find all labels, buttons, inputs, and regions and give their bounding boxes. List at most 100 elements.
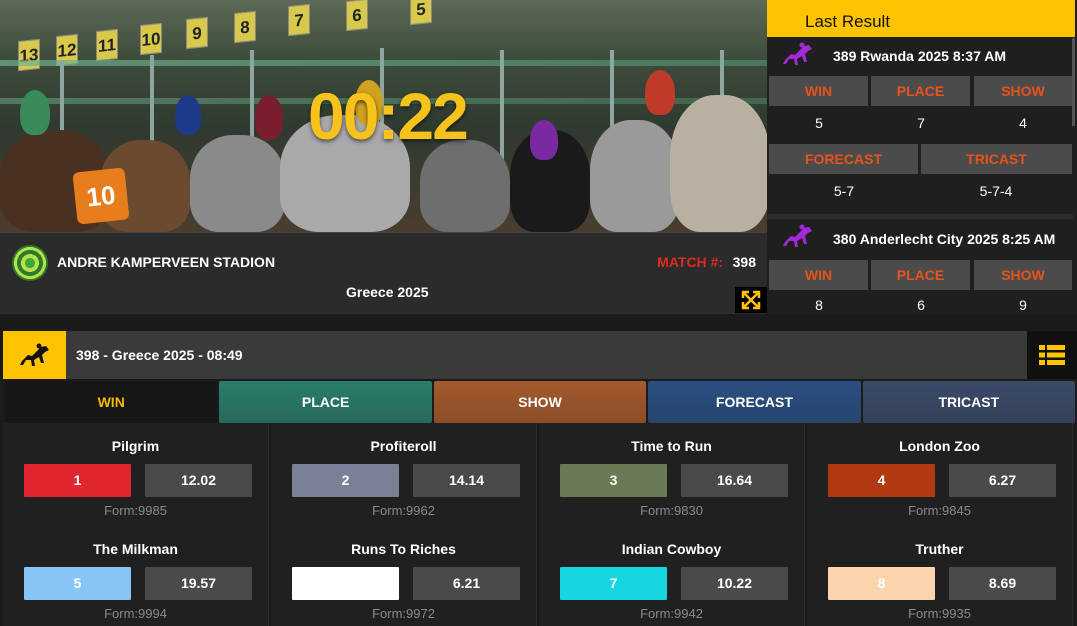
tab-tricast[interactable]: TRICAST [862,381,1076,423]
last-result-title: Last Result [767,0,1075,37]
venue-subtitle: Greece 2025 [346,284,429,300]
runner-name: Truther [915,541,964,557]
scrollbar[interactable] [1072,38,1075,126]
jockey [20,90,50,135]
runner-name: Profiteroll [370,438,437,454]
runner-form: Form:9972 [372,606,435,621]
gate-number: 8 [234,10,256,44]
expand-button[interactable] [735,287,767,313]
runner-form: Form:9830 [640,503,703,518]
gate-number: 7 [288,3,310,37]
runner-odds-button[interactable]: 12.02 [145,464,252,497]
runner-form: Form:9942 [640,606,703,621]
runner-card: Profiteroll 2 14.14 Form:9962 [271,423,537,527]
tab-place[interactable]: PLACE [219,381,432,423]
horse [590,120,680,232]
result-tricast-label[interactable]: TRICAST [921,144,1072,174]
result-race-title: 389 Rwanda 2025 8:37 AM [833,48,1007,64]
race-header: 398 - Greece 2025 - 08:49 [3,331,1077,379]
runner-number-button[interactable]: 8 [828,567,935,600]
result-race-title: 380 Anderlecht City 2025 8:25 AM [833,231,1056,247]
runner-form: Form:9985 [104,503,167,518]
result-show-label[interactable]: SHOW [974,76,1072,106]
result-show-value: 4 [1019,115,1027,131]
runner-form: Form:9962 [372,503,435,518]
bet-type-tabs: WIN PLACE SHOW FORECAST TRICAST [5,381,1076,423]
jockey [645,70,675,115]
runner-odds-button[interactable]: 6.21 [413,567,520,600]
runner-form: Form:9845 [908,503,971,518]
runner-odds-button[interactable]: 10.22 [681,567,788,600]
list-menu-icon [1039,345,1065,365]
countdown-timer: 00:22 [308,79,469,153]
match-label: MATCH #: [657,254,723,270]
result-place-value: 6 [917,297,925,313]
horse-racing-icon [783,224,812,247]
runner-number-button[interactable]: 2 [292,464,399,497]
runner-number-button[interactable]: 3 [560,464,667,497]
runner-card: The Milkman 5 19.57 Form:9994 [3,526,269,626]
result-divider [767,214,1073,219]
jockey [530,120,558,160]
runner-card: Truther 8 8.69 Form:9935 [807,526,1073,626]
runner-card: Indian Cowboy 7 10.22 Form:9942 [539,526,805,626]
runner-card: London Zoo 4 6.27 Form:9845 [807,423,1073,527]
tab-show[interactable]: SHOW [433,381,647,423]
result-win-label[interactable]: WIN [769,260,868,290]
runner-name: London Zoo [899,438,980,454]
gate-number: 10 [140,22,162,56]
expand-arrows-icon [741,290,761,310]
race-badge [3,331,66,379]
runner-odds-button[interactable]: 6.27 [949,464,1056,497]
race-video: 13 12 11 10 9 8 7 6 5 10 00:22 [0,0,767,232]
result-tricast-value: 5-7-4 [979,183,1013,199]
gate-number: 9 [186,16,208,50]
match-number: 398 [732,254,756,270]
football-club-logo-icon [12,245,48,281]
jockey [175,95,201,135]
result-show-label[interactable]: SHOW [974,260,1072,290]
venue-bar: ANDRE KAMPERVEEN STADION MATCH #: 398 Gr… [0,232,767,314]
result-place-value: 7 [917,115,925,131]
last-result-panel: Last Result 389 Rwanda 2025 8:37 AM WIN … [767,0,1077,314]
gate-number: 6 [346,0,368,32]
race-title: 398 - Greece 2025 - 08:49 [76,347,243,363]
horse [670,95,767,232]
result-win-label[interactable]: WIN [769,76,868,106]
gate-number: 13 [18,38,40,72]
runner-odds-button[interactable]: 19.57 [145,567,252,600]
tab-forecast[interactable]: FORECAST [648,381,861,423]
runner-odds-button[interactable]: 14.14 [413,464,520,497]
horse-racing-icon [783,42,812,65]
runner-odds-button[interactable]: 16.64 [681,464,788,497]
result-show-value: 9 [1019,297,1027,313]
runner-name: Pilgrim [111,438,160,454]
gate-number: 5 [410,0,432,26]
runner-number-button[interactable]: 1 [24,464,131,497]
runner-name: Runs To Riches [351,541,456,557]
horse [190,135,285,232]
runner-number-button[interactable]: 7 [560,567,667,600]
runner-name: The Milkman [93,541,178,557]
runner-number-button[interactable]: 6 [292,567,399,600]
runner-form: Form:9935 [908,606,971,621]
runner-grid: Pilgrim 1 12.02 Form:9985 Profiteroll 2 14.14 F… [3,423,1077,626]
result-place-label[interactable]: PLACE [871,76,970,106]
runner-card: Time to Run 3 16.64 Form:9830 [539,423,805,527]
result-forecast-label[interactable]: FORECAST [769,144,918,174]
gate-number: 11 [96,28,118,62]
runner-card: Pilgrim 1 12.02 Form:9985 [3,423,269,527]
result-place-label[interactable]: PLACE [871,260,970,290]
result-win-value: 5 [815,115,823,131]
horse-racing-icon [19,343,49,366]
tab-win[interactable]: WIN [5,381,218,423]
menu-button[interactable] [1027,331,1077,379]
jockey [255,95,283,140]
runner-card: Runs To Riches 6 6.21 Form:9972 [271,526,537,626]
runner-form: Form:9994 [104,606,167,621]
runner-number-button[interactable]: 4 [828,464,935,497]
venue-name: ANDRE KAMPERVEEN STADION [57,254,276,270]
runner-number-button[interactable]: 5 [24,567,131,600]
runner-odds-button[interactable]: 8.69 [949,567,1056,600]
runner-name: Time to Run [631,438,712,454]
